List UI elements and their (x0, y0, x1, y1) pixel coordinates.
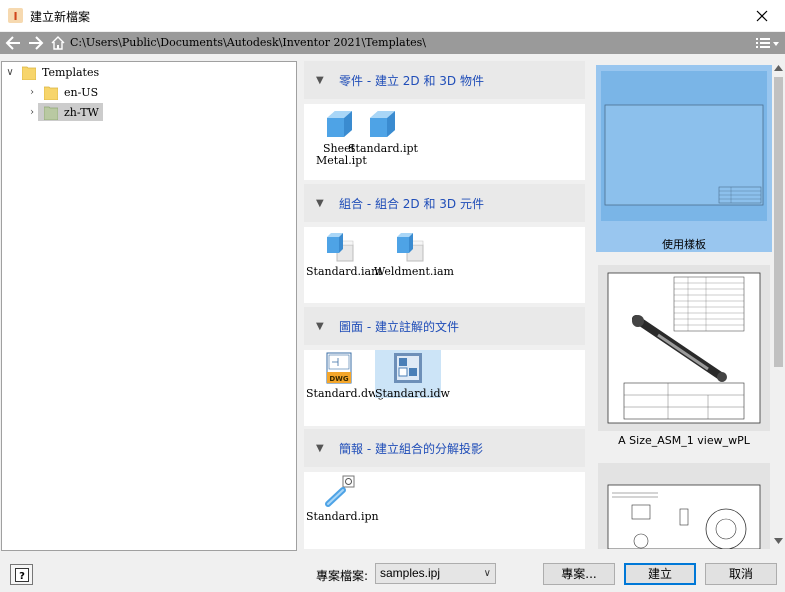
bottom-bar: ? 專案檔案: samples.ipj ∨ 專案... 建立 取消 (0, 556, 785, 592)
scroll-up-icon[interactable] (774, 64, 783, 72)
chevron-down-icon: ∨ (483, 568, 491, 579)
dwg-badge-text: DWG (329, 375, 349, 383)
category-title: 圖面 - 建立註解的文件 (339, 319, 459, 334)
close-button[interactable] (739, 0, 785, 31)
tree-item-label: Templates (42, 65, 100, 79)
presentation-icon (325, 475, 355, 507)
projects-button[interactable]: 專案... (543, 563, 615, 585)
template-label: Weldment.iam (374, 265, 454, 278)
inventor-app-icon: I (8, 8, 23, 23)
tree-item-en-us[interactable]: › en-US (26, 83, 98, 101)
template-standard-ipn[interactable]: Standard.ipn (306, 472, 379, 523)
assembly-icon (397, 233, 424, 262)
scroll-down-icon[interactable] (774, 537, 783, 545)
chevron-down-icon[interactable]: ∨ (4, 67, 16, 78)
title-bar: I 建立新檔案 (0, 0, 785, 31)
template-standard-dwg[interactable]: DWG Standard.dwg (306, 350, 385, 400)
tree-item-zh-tw[interactable]: › zh-TW (26, 103, 103, 121)
home-icon[interactable] (50, 35, 66, 51)
collapse-triangle-icon[interactable]: ▼ (316, 321, 330, 332)
preview-drawing-3[interactable] (596, 461, 772, 549)
assembly-drawing-thumbnail (598, 265, 770, 431)
category-title: 組合 - 組合 2D 和 3D 元件 (339, 196, 484, 211)
preview-scrollbar[interactable] (772, 61, 785, 549)
collapse-triangle-icon[interactable]: ▼ (316, 75, 330, 86)
blank-sheet-thumbnail (601, 71, 767, 221)
category-body-drawings: DWG Standard.dwg Standard.idw (304, 350, 585, 426)
preview-label: A Size_ASM_1 view_wPL (618, 434, 750, 447)
template-list: ▼ 零件 - 建立 2D 和 3D 物件 Sheet Metal.ipt Sta… (304, 61, 585, 549)
preview-label: 使用樣板 (662, 238, 706, 251)
template-label: Standard.dwg (306, 387, 385, 400)
category-header-presentations[interactable]: ▼ 簡報 - 建立組合的分解投影 (304, 429, 585, 467)
tree-item-label: zh-TW (64, 105, 99, 119)
folder-icon (21, 65, 37, 80)
view-options-icon[interactable] (755, 36, 781, 50)
collapse-triangle-icon[interactable]: ▼ (316, 443, 330, 454)
scrollbar-thumb[interactable] (774, 77, 783, 367)
template-label: Standard.ipt (348, 142, 418, 155)
preview-pane: 使用樣板 A Size_ASM_1 view_wPL (593, 61, 785, 549)
part-cube-icon (370, 111, 395, 137)
chevron-right-icon[interactable]: › (26, 87, 38, 98)
project-file-select[interactable]: samples.ipj ∨ (375, 563, 496, 584)
idw-drawing-icon (394, 353, 422, 383)
part-drawing-thumbnail (598, 463, 770, 549)
template-label: Standard.idw (375, 387, 450, 400)
back-arrow-icon[interactable] (4, 35, 22, 51)
tree-item-templates[interactable]: ∨ Templates (4, 63, 99, 81)
category-header-drawings[interactable]: ▼ 圖面 - 建立註解的文件 (304, 307, 585, 345)
help-button[interactable]: ? (10, 564, 33, 585)
svg-text:I: I (13, 10, 17, 23)
chevron-right-icon[interactable]: › (26, 107, 38, 118)
template-standard-ipt[interactable]: Standard.ipt (348, 106, 418, 155)
folder-tree: ∨ Templates › en-US › zh-TW (1, 61, 297, 551)
assembly-icon (327, 233, 354, 262)
category-title: 零件 - 建立 2D 和 3D 物件 (339, 73, 484, 88)
template-standard-idw[interactable]: Standard.idw (375, 350, 450, 400)
path-text[interactable]: C:\Users\Public\Documents\Autodesk\Inven… (70, 36, 426, 49)
category-title: 簡報 - 建立組合的分解投影 (339, 441, 483, 456)
preview-use-template[interactable]: 使用樣板 (596, 65, 772, 252)
folder-icon (43, 105, 59, 120)
tree-item-selected-highlight: zh-TW (38, 103, 103, 121)
template-label: Standard.ipn (306, 510, 379, 523)
svg-text:?: ? (19, 571, 25, 582)
help-icon: ? (14, 567, 29, 582)
project-file-value: samples.ipj (380, 566, 441, 580)
preview-a-size-asm[interactable]: A Size_ASM_1 view_wPL (596, 263, 772, 449)
folder-icon (43, 85, 59, 100)
tree-item-label: en-US (64, 85, 99, 99)
project-file-label: 專案檔案: (316, 569, 369, 583)
forward-arrow-icon[interactable] (27, 35, 45, 51)
category-header-parts[interactable]: ▼ 零件 - 建立 2D 和 3D 物件 (304, 61, 585, 99)
close-icon (756, 10, 768, 21)
path-bar: C:\Users\Public\Documents\Autodesk\Inven… (0, 32, 785, 54)
category-body-parts: Sheet Metal.ipt Standard.ipt (304, 104, 585, 180)
category-body-assemblies: Standard.iam Weldment.iam (304, 227, 585, 303)
collapse-triangle-icon[interactable]: ▼ (316, 198, 330, 209)
category-header-assemblies[interactable]: ▼ 組合 - 組合 2D 和 3D 元件 (304, 184, 585, 222)
template-standard-iam[interactable]: Standard.iam (306, 229, 382, 278)
create-button[interactable]: 建立 (624, 563, 696, 585)
category-body-presentations: Standard.ipn (304, 472, 585, 549)
dwg-drawing-icon: DWG (326, 352, 352, 384)
template-weldment-iam[interactable]: Weldment.iam (374, 229, 454, 278)
cancel-button[interactable]: 取消 (705, 563, 777, 585)
window-title: 建立新檔案 (30, 10, 91, 24)
template-label: Standard.iam (306, 265, 382, 278)
